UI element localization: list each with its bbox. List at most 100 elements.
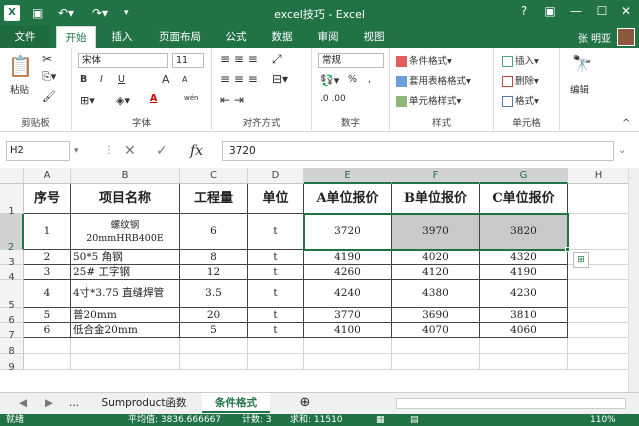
table-cell[interactable]: 4100 [304,323,392,338]
row-header-8[interactable]: 8 [0,338,24,357]
table-cell[interactable]: 4260 [304,265,392,280]
name-box[interactable]: H2 [6,141,70,161]
phonetic-button[interactable]: wén [184,94,198,102]
empty-cell[interactable] [248,338,304,354]
table-cell[interactable]: 3690 [392,308,480,323]
column-header-f[interactable]: F [392,168,480,184]
table-cell[interactable]: 3970 [392,214,480,250]
tab-file[interactable]: 文件 [0,26,50,48]
table-header-cell[interactable]: A单位报价 [304,184,392,214]
column-header-g[interactable]: G [480,168,568,184]
comma-button[interactable]: , [368,74,371,85]
column-header-h[interactable]: H [568,168,630,184]
table-cell[interactable]: 20 [180,308,248,323]
prev-sheet-icon[interactable]: ◀ [16,393,30,413]
close-icon[interactable]: ✕ [616,4,636,18]
column-header-c[interactable]: C [180,168,248,184]
table-cell[interactable]: 3720 [304,214,392,250]
table-cell[interactable]: t [248,280,304,308]
page-layout-view-icon[interactable]: ▤ [410,414,419,426]
table-cell[interactable]: 6 [180,214,248,250]
empty-cell[interactable] [568,338,630,354]
table-cell[interactable]: 5 [24,308,71,323]
underline-button[interactable]: U [118,74,125,85]
table-cell[interactable]: 25# 工字钢 [71,265,180,280]
collapse-ribbon-icon[interactable]: ^ [622,118,630,129]
decimal-icon[interactable]: .0 .00 [320,94,346,104]
table-cell[interactable]: t [248,323,304,338]
table-cell[interactable]: 4060 [480,323,568,338]
empty-cell[interactable] [24,338,71,354]
table-cell[interactable]: 50*5 角钢 [71,250,180,265]
fill-color-icon[interactable]: ◈▾ [116,94,130,107]
empty-cell[interactable] [480,338,568,354]
table-cell[interactable]: 4190 [480,265,568,280]
table-cell[interactable]: 4 [24,280,71,308]
fill-handle[interactable] [565,247,570,252]
sheet-tab-sumproduct[interactable]: Sumproduct函数 [92,393,196,413]
empty-cell[interactable] [248,354,304,370]
find-icon[interactable]: 🔭 [572,54,592,73]
column-header-a[interactable]: A [24,168,71,184]
paste-button[interactable]: 粘贴 [10,82,29,96]
table-cell[interactable]: 8 [180,250,248,265]
table-cell[interactable]: 4230 [480,280,568,308]
table-cell[interactable]: 4寸*3.75 直缝焊管 [71,280,180,308]
table-cell[interactable]: 普20mm [71,308,180,323]
align-top-icon[interactable]: ≡ ≡ ≡ [220,52,258,66]
copy-icon[interactable]: ⎘▾ [42,70,56,84]
table-cell[interactable]: t [248,265,304,280]
row-header-4[interactable]: 4 [0,265,24,283]
table-cell[interactable]: 螺纹钢 20mmHRB400E [71,214,180,250]
zoom-level[interactable]: 110% [590,414,616,426]
italic-button[interactable]: I [100,74,103,85]
table-cell[interactable]: 3820 [480,214,568,250]
table-cell[interactable]: 4320 [480,250,568,265]
table-cell[interactable]: 3770 [304,308,392,323]
tab-formulas[interactable]: 公式 [218,26,254,48]
row-header-9[interactable]: 9 [0,354,24,373]
tab-home[interactable]: 开始 [56,26,96,48]
table-cell[interactable]: 3810 [480,308,568,323]
table-cell[interactable]: 3 [24,265,71,280]
orientation-icon[interactable]: ⤢ [272,52,282,67]
percent-button[interactable]: % [348,74,357,85]
table-cell[interactable]: 4070 [392,323,480,338]
minimize-icon[interactable]: — [566,4,586,18]
worksheet-grid[interactable]: A B C D E F G H 1 2 3 4 5 6 7 8 9 序号 项目名称 工程量 单位 A单位报价 B单位报价 C单… [0,168,630,392]
empty-cell[interactable] [568,323,630,338]
table-cell[interactable]: 4190 [304,250,392,265]
table-header-cell[interactable]: 工程量 [180,184,248,214]
tab-view[interactable]: 视图 [356,26,392,48]
empty-cell[interactable] [180,354,248,370]
tab-data[interactable]: 数据 [264,26,300,48]
table-cell[interactable]: 2 [24,250,71,265]
font-color-button[interactable]: A [150,93,157,104]
table-cell[interactable]: 4020 [392,250,480,265]
empty-cell[interactable] [71,338,180,354]
next-sheet-icon[interactable]: ▶ [42,393,56,413]
empty-cell[interactable] [568,308,630,323]
format-cells-button[interactable]: 格式▾ [502,93,539,107]
name-box-dropdown-icon[interactable]: ▾ [74,141,79,161]
table-cell[interactable]: 6 [24,323,71,338]
table-cell[interactable]: 低合金20mm [71,323,180,338]
insert-cells-button[interactable]: 插入▾ [502,53,539,67]
delete-cells-button[interactable]: 删除▾ [502,73,539,87]
empty-cell[interactable] [480,354,568,370]
empty-cell[interactable] [568,354,630,370]
column-header-d[interactable]: D [248,168,304,184]
row-header-3[interactable]: 3 [0,250,24,268]
format-painter-icon[interactable]: 🖌 [42,90,56,103]
empty-cell[interactable] [568,214,630,250]
cell-styles-button[interactable]: 单元格样式▾ [396,93,461,107]
add-sheet-button[interactable]: ⊕ [294,393,316,413]
tab-page-layout[interactable]: 页面布局 [150,26,210,48]
row-header-6[interactable]: 6 [0,308,24,326]
conditional-format-button[interactable]: 条件格式▾ [396,53,452,67]
empty-cell[interactable] [568,280,630,308]
font-name-select[interactable]: 宋体 [78,53,168,68]
vertical-scrollbar[interactable] [628,168,639,392]
table-header-cell[interactable]: 单位 [248,184,304,214]
avatar[interactable] [617,28,635,46]
